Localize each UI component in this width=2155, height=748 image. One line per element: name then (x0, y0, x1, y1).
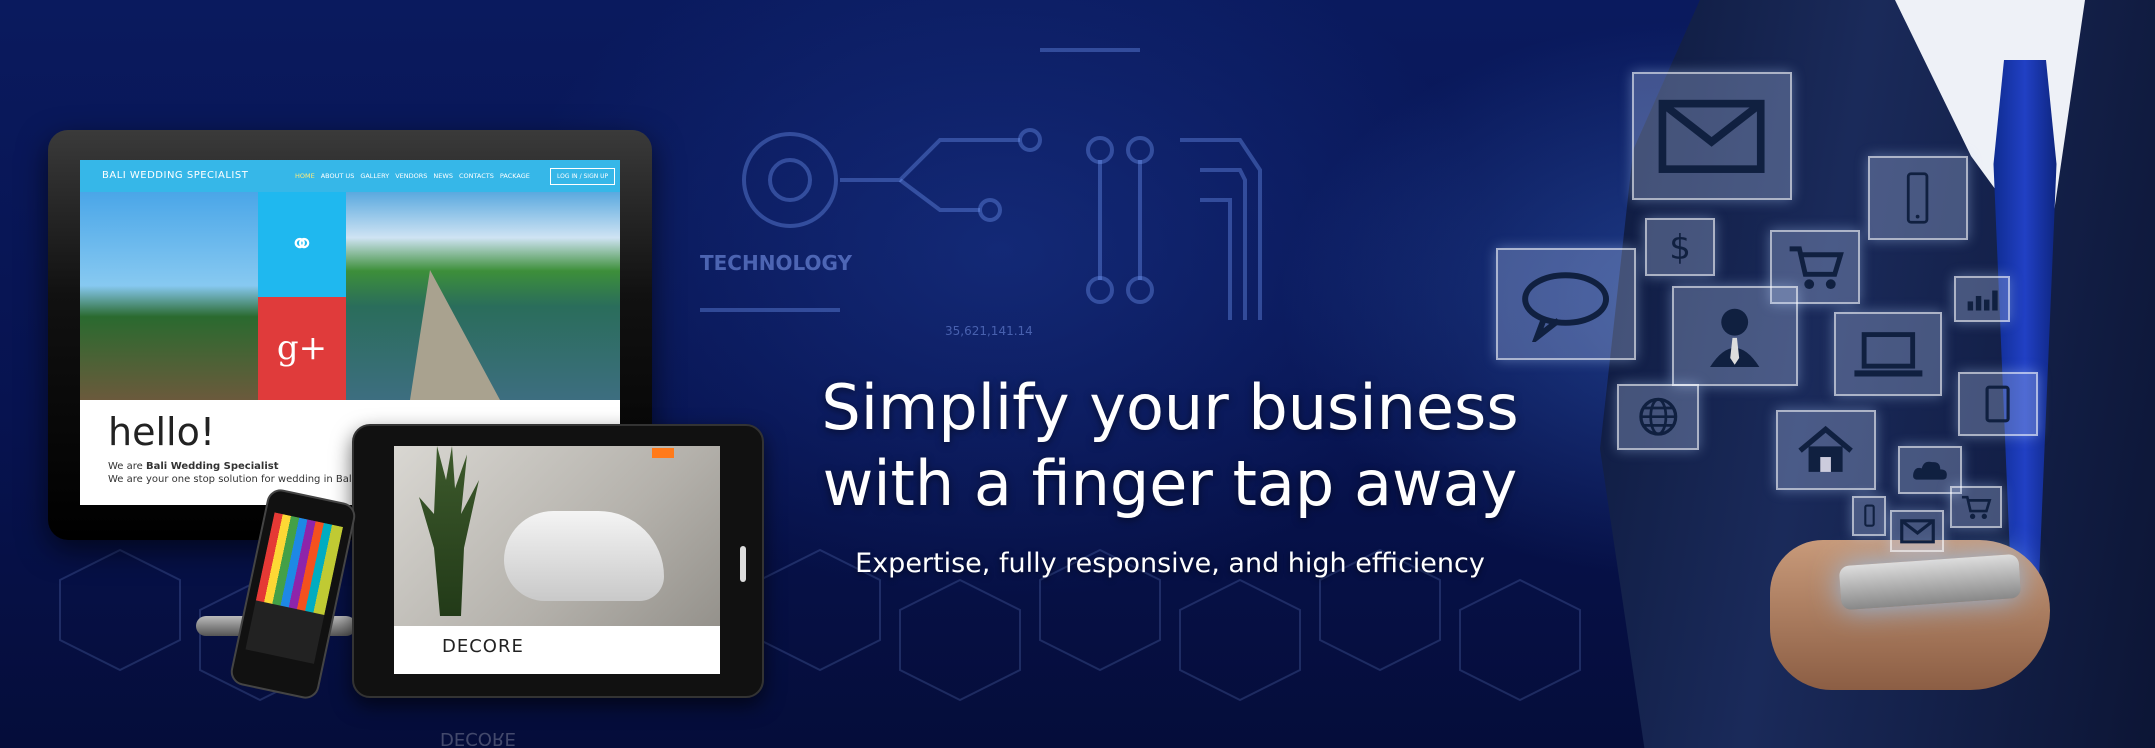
site-header: BALI WEDDING SPECIALIST HOME ABOUT US GA… (80, 160, 620, 192)
mobile-small-icon (1852, 496, 1886, 536)
pier-shape (410, 270, 500, 400)
headline-line-1: Simplify your business (821, 371, 1519, 444)
globe-icon (1617, 384, 1699, 450)
nav-gallery: GALLERY (360, 172, 390, 180)
tablet-home-button (740, 546, 746, 582)
svg-text:$: $ (1669, 228, 1691, 266)
tablet-device: DECORE (352, 424, 764, 698)
hello-heading: hello! (108, 410, 216, 454)
decore-brand: DECORE (442, 636, 524, 657)
envelope-icon (1632, 72, 1792, 200)
person-icon (1672, 286, 1798, 386)
tablet-screen: DECORE (394, 446, 720, 674)
hero-subtitle: Expertise, fully responsive, and high ef… (855, 548, 1485, 579)
smartphone-icon (1868, 156, 1968, 240)
circuit-graphic: TECHNOLOGY 35,621,141.14 (700, 48, 1262, 338)
laptop-icon (1834, 312, 1942, 396)
site-nav: HOME ABOUT US GALLERY VENDORS NEWS CONTA… (295, 172, 530, 180)
plant-graphic (419, 446, 479, 616)
hello-line1-bold: Bali Wedding Specialist (145, 461, 279, 472)
dollar-icon: $ (1645, 218, 1715, 276)
site-logo: BALI WEDDING SPECIALIST (102, 170, 249, 181)
hello-text: We are Bali Wedding Specialist We are yo… (108, 460, 358, 486)
nav-contacts: CONTACTS (458, 172, 494, 180)
cart-small-icon (1950, 486, 2002, 528)
bar-chart-icon (1954, 276, 2010, 322)
hero-headline: Simplify your business with a finger tap… (760, 370, 1580, 522)
home-icon (1776, 410, 1876, 490)
color-stripes (255, 512, 344, 615)
orange-tag (652, 448, 674, 458)
nav-package: PACKAGE (499, 172, 530, 180)
mail-icon (1890, 510, 1944, 552)
headline-line-2: with a finger tap away (822, 447, 1518, 520)
hero-banner: TECHNOLOGY 35,621,141.14 BALI WEDDING SP… (0, 0, 2155, 748)
chat-icon (1496, 248, 1636, 360)
technology-text: TECHNOLOGY (700, 251, 852, 275)
google-plus-icon-tile: g+ (258, 297, 346, 400)
phone-screen (245, 512, 344, 664)
hello-line2: We are your one stop solution for weddin… (108, 474, 358, 485)
circuit-code-text: 35,621,141.14 (945, 324, 1033, 338)
rings-icon-tile: ⚭ (258, 192, 346, 297)
nav-about: ABOUT US (320, 172, 355, 180)
decore-reflection: DECORE (440, 728, 516, 748)
nav-vendors: VENDORS (395, 172, 428, 180)
wedding-photo-tile (80, 192, 258, 400)
site-login: LOG IN / SIGN UP (550, 168, 616, 185)
tablet-icon (1958, 372, 2038, 436)
chair-graphic (504, 511, 664, 601)
nav-news: NEWS (433, 172, 453, 180)
hello-line1-prefix: We are (108, 461, 146, 472)
nav-home: HOME (295, 172, 315, 180)
